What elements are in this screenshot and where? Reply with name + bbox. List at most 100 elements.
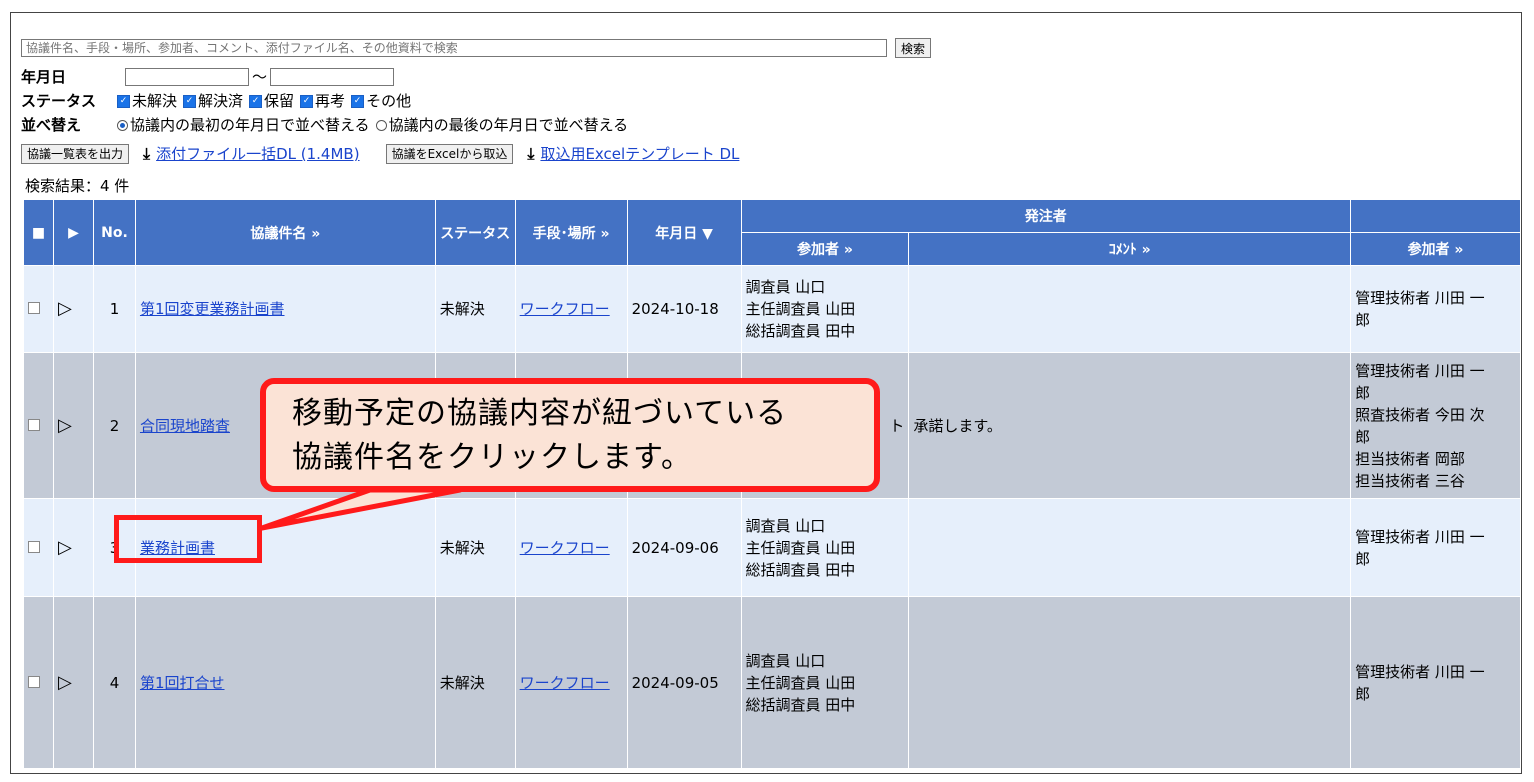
header-contractor (1350, 199, 1521, 233)
date-from-input[interactable] (125, 67, 249, 86)
search-input[interactable] (21, 39, 887, 57)
highlight-box (114, 515, 262, 563)
row-title[interactable]: 第1回変更業務計画書 (140, 300, 285, 318)
participant: 総括調査員 田中 (745, 695, 856, 714)
participant: 主任調査員 山田 (745, 300, 856, 318)
import-excel-button[interactable]: 協議をExcelから取込 (385, 143, 514, 164)
row-means-link[interactable]: ワークフロー (514, 498, 628, 597)
row-expand-icon[interactable]: ▷ (52, 596, 94, 769)
date-filter-row: 年月日 ～ (21, 66, 395, 87)
row-participants-2: 管理技術者 川田 一郎照査技術者 今田 次郎担当技術者 岡部 担当技術者 三谷 (1350, 352, 1521, 499)
checkbox-icon (28, 540, 40, 553)
row-date: 2024-09-06 (626, 498, 742, 597)
status-option-label: 未解決 (132, 92, 178, 110)
table-row: ▷ 1 第1回変更業務計画書 未解決 ワークフロー 2024-10-18 調査員… (23, 265, 1521, 353)
participant: 調査員 山口 (745, 278, 826, 296)
attachments-download-link[interactable]: 添付ファイル一括DL (1.4MB) (156, 143, 359, 164)
export-list-button[interactable]: 協議一覧表を出力 (21, 143, 130, 164)
row-means[interactable]: ワークフロー (520, 300, 610, 318)
row-no: 4 (92, 596, 136, 769)
participant: 照査技術者 今田 次 (1355, 405, 1485, 424)
date-filter-label: 年月日 (21, 68, 67, 86)
search-button[interactable]: 検索 (895, 38, 932, 58)
status-hold-checkbox[interactable]: ✓ 保留 (249, 90, 294, 111)
row-title-link[interactable]: 第1回変更業務計画書 (134, 265, 436, 353)
status-unresolved-checkbox[interactable]: ✓ 未解決 (117, 90, 177, 111)
callout-line-2: 協議件名をクリックします。 (292, 440, 692, 475)
status-option-label: 保留 (264, 92, 295, 110)
row-checkbox[interactable] (23, 498, 54, 597)
participant: 調査員 山口 (745, 516, 826, 535)
checkbox-checked-icon: ✓ (183, 95, 197, 108)
header-date[interactable]: 年月日 ▼ (626, 199, 742, 266)
date-separator: ～ (252, 68, 268, 86)
status-option-label: 解決済 (198, 92, 244, 110)
row-participants-2: 管理技術者 川田 一郎 (1350, 498, 1521, 597)
checkbox-icon (28, 418, 40, 431)
participant: 管理技術者 川田 一 (1355, 662, 1485, 681)
row-comment (908, 265, 1352, 353)
result-count: 検索結果：4 件 (25, 177, 130, 195)
sort-first-date-radio[interactable]: 協議内の最初の年月日で並べ替える (117, 114, 370, 135)
participant: 郎 (1355, 549, 1371, 568)
status-resolved-checkbox[interactable]: ✓ 解決済 (183, 90, 243, 111)
table-row: ▷ 4 第1回打合せ 未解決 ワークフロー 2024-09-05 調査員 山口主… (23, 596, 1521, 769)
row-means[interactable]: ワークフロー (520, 539, 610, 557)
row-comment: 承諾します。 (908, 352, 1352, 499)
status-other-checkbox[interactable]: ✓ その他 (351, 90, 411, 111)
sort-row: 並べ替え 協議内の最初の年月日で並べ替える 協議内の最後の年月日で並べ替える (21, 114, 628, 135)
participant: 郎 (1355, 684, 1371, 703)
header-orderer: 発注者 (740, 199, 1352, 233)
row-no: 1 (92, 265, 136, 353)
participant: 担当技術者 岡部 (1355, 449, 1465, 468)
row-title[interactable]: 第1回打合せ (140, 674, 225, 692)
row-checkbox[interactable] (23, 352, 54, 499)
participant: 総括調査員 田中 (745, 322, 856, 340)
row-expand-icon[interactable]: ▷ (52, 498, 94, 597)
row-title-link[interactable]: 第1回打合せ (134, 596, 436, 769)
row-status: 未解決 (434, 498, 516, 597)
row-status: 未解決 (434, 265, 516, 353)
expand-all-icon[interactable]: ▶ (52, 199, 94, 266)
checkbox-checked-icon: ✓ (351, 95, 365, 108)
status-option-label: 再考 (315, 92, 346, 110)
header-participants-2[interactable]: 参加者 » (1350, 232, 1521, 266)
sort-last-date-radio[interactable]: 協議内の最後の年月日で並べ替える (375, 114, 629, 135)
checkbox-checked-icon: ✓ (117, 95, 130, 108)
select-all-checkbox[interactable]: ■ (23, 199, 54, 266)
checkbox-icon (28, 302, 40, 314)
header-participants[interactable]: 参加者 » (740, 232, 910, 266)
sort-option-label: 協議内の最後の年月日で並べ替える (388, 116, 629, 134)
row-checkbox[interactable] (23, 265, 54, 353)
status-reconsider-checkbox[interactable]: ✓ 再考 (300, 90, 345, 111)
header-comment[interactable]: ｺﾒﾝﾄ » (908, 232, 1352, 266)
template-download-link[interactable]: 取込用Excelテンプレート DL (540, 143, 739, 164)
row-means[interactable]: ワークフロー (520, 674, 610, 692)
row-means-link[interactable]: ワークフロー (514, 596, 628, 769)
search-row: 検索 (21, 38, 932, 58)
row-participants: 調査員 山口 主任調査員 山田 総括調査員 田中 (740, 498, 910, 597)
radio-unselected-icon (375, 120, 387, 131)
row-title[interactable]: 合同現地踏査 (140, 417, 230, 435)
participant: 管理技術者 川田 一 (1355, 361, 1485, 380)
status-filter-label: ステータス (21, 92, 97, 110)
participant: 主任調査員 山田 (745, 538, 856, 557)
header-title[interactable]: 協議件名 » (134, 199, 436, 266)
participant: 調査員 山口 (745, 651, 826, 670)
participant: 担当技術者 三谷 (1355, 471, 1465, 490)
row-checkbox[interactable] (23, 596, 54, 769)
row-status: 未解決 (434, 596, 516, 769)
row-expand-icon[interactable]: ▷ (52, 265, 94, 353)
row-participants-2: 管理技術者 川田 一郎 (1350, 265, 1521, 353)
callout-line-1: 移動予定の協議内容が紐づいている (292, 396, 788, 431)
row-expand-icon[interactable]: ▷ (52, 352, 94, 499)
row-means-link[interactable]: ワークフロー (514, 265, 628, 353)
date-to-input[interactable] (270, 67, 395, 86)
row-participants-2: 管理技術者 川田 一郎 (1350, 596, 1521, 769)
instruction-callout: 移動予定の協議内容が紐づいている 協議件名をクリックします。 (260, 378, 880, 492)
header-means[interactable]: 手段･場所 » (514, 199, 628, 266)
action-row: 協議一覧表を出力 ⤓ 添付ファイル一括DL (1.4MB) 協議をExcelから… (21, 143, 739, 164)
participant: 管理技術者 川田 一 (1355, 527, 1485, 546)
participant: 郎 (1355, 427, 1371, 446)
status-option-label: その他 (366, 92, 412, 110)
